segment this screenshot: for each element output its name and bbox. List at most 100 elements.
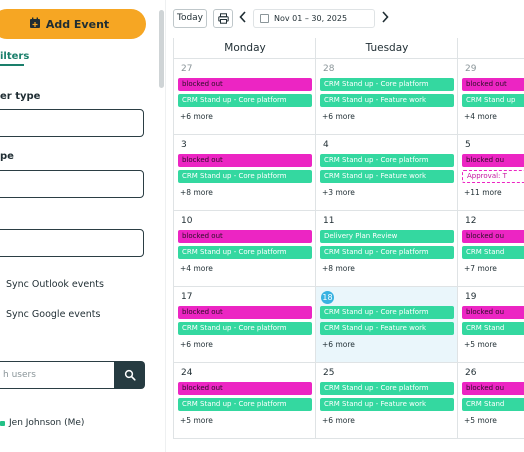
calendar-event[interactable]: CRM Stand up - Core platform [178,94,312,107]
calendar-event[interactable]: blocked out [178,154,312,167]
calendar-week: 17 blocked out CRM Stand up - Core platfor… [173,287,524,363]
more-events-link[interactable]: +4 more [180,264,213,273]
calendar-week: 27 blocked out CRM Stand up - Core platfor… [173,59,524,135]
calendar-day-cell[interactable]: 19 blocked ou CRM Stand +5 more [457,287,524,362]
user-type-label: er type [0,91,41,102]
more-events-link[interactable]: +6 more [322,112,355,121]
calendar-event[interactable]: CRM Stand up - Feature work [320,322,454,335]
more-events-link[interactable]: +5 more [464,340,497,349]
filters-tab[interactable]: ilters [0,51,29,62]
chevron-right-icon[interactable] [381,10,389,26]
filters-tab-underline [0,64,24,66]
sidebar-scrollbar[interactable] [159,10,164,88]
add-event-button[interactable]: Add Event [0,9,146,39]
more-events-link[interactable]: +5 more [464,416,497,425]
calendar-day-cell[interactable]: 5 blocked ou Approval: T +11 more [457,135,524,210]
day-number: 5 [465,140,471,150]
calendar-day-cell[interactable]: 27 blocked out CRM Stand up - Core platfor… [173,59,315,134]
today-button[interactable]: Today [173,8,207,28]
calendar-event[interactable]: CRM Stand up - Core platform [320,246,454,259]
more-events-link[interactable]: +8 more [322,264,355,273]
calendar-event[interactable]: CRM Stand [462,398,524,411]
more-events-link[interactable]: +6 more [322,340,355,349]
more-events-link[interactable]: +6 more [180,112,213,121]
more-events-link[interactable]: +3 more [322,188,355,197]
sidebar-divider [165,0,166,452]
user-search-input[interactable]: h users [0,361,114,389]
day-number: 4 [323,140,329,150]
more-events-link[interactable]: +6 more [322,416,355,425]
calendar-day-cell[interactable]: 17 blocked out CRM Stand up - Core platfor… [173,287,315,362]
calendar-event[interactable]: blocked ou [462,306,524,319]
calendar-event[interactable]: blocked ou [462,382,524,395]
day-header: Monday [173,38,316,58]
more-events-link[interactable]: +8 more [180,188,213,197]
calendar-event[interactable]: CRM Stand up - Feature work [320,170,454,183]
search-button[interactable] [114,361,145,389]
day-number: 11 [323,216,335,226]
calendar-event[interactable]: CRM Stand up - Feature work [320,398,454,411]
filter-select[interactable] [0,229,144,257]
calendar-week: 10 blocked out CRM Stand up - Core platfor… [173,211,524,287]
calendar-day-cell[interactable]: 26 blocked ou CRM Stand +5 more [457,363,524,438]
day-number: 12 [465,216,477,226]
chevron-left-icon[interactable] [239,10,247,26]
more-events-link[interactable]: +7 more [464,264,497,273]
user-type-select[interactable] [0,109,144,137]
calendar-event[interactable]: CRM Stand up - Core platform [320,306,454,319]
date-range-picker[interactable]: Nov 01 – 30, 2025 [253,8,375,28]
calendar-event[interactable]: blocked ou [462,154,524,167]
calendar-day-cell[interactable]: 3 blocked out CRM Stand up - Core platform… [173,135,315,210]
calendar-event[interactable]: CRM Stand [462,246,524,259]
calendar-event[interactable]: blocked out [462,78,524,91]
day-number: 19 [465,292,477,302]
sync-outlook-toggle[interactable]: Sync Outlook events [6,279,104,290]
more-events-link[interactable]: +6 more [180,340,213,349]
calendar-day-cell[interactable]: 29 blocked out CRM Stand up +4 more [457,59,524,134]
calendar-event[interactable]: blocked out [178,306,312,319]
sync-google-toggle[interactable]: Sync Google events [6,309,100,320]
month-calendar: Monday Tuesday W 27 blocked out CRM Stand … [173,38,524,452]
calendar-event[interactable]: blocked out [178,382,312,395]
calendar-plus-icon [29,17,41,32]
calendar-event[interactable]: CRM Stand up - Core platform [178,170,312,183]
calendar-event[interactable]: CRM Stand up - Core platform [320,154,454,167]
calendar-event[interactable]: Delivery Plan Review [320,230,454,243]
calendar-day-cell[interactable]: 11 Delivery Plan Review CRM Stand up - Cor… [315,211,457,286]
printer-icon [217,9,229,28]
day-number: 26 [465,368,477,378]
calendar-event[interactable]: CRM Stand up - Core platform [178,246,312,259]
add-event-label: Add Event [45,17,110,31]
more-events-link[interactable]: +4 more [464,112,497,121]
calendar-day-cell[interactable]: 24 blocked out CRM Stand up - Core platfor… [173,363,315,438]
day-number: 24 [181,368,193,378]
calendar-event[interactable]: CRM Stand up - Core platform [178,398,312,411]
user-list-item[interactable]: Jen Johnson (Me) [0,418,84,428]
calendar-day-cell[interactable]: 25 CRM Stand up - Core platform CRM Stand … [315,363,457,438]
calendar-event[interactable]: blocked ou [462,230,524,243]
calendar-event[interactable]: blocked out [178,230,312,243]
calendar-day-cell[interactable]: 10 blocked out CRM Stand up - Core platfor… [173,211,315,286]
calendar-event[interactable]: CRM Stand up [462,94,524,107]
day-number: 17 [181,292,193,302]
calendar-event[interactable]: CRM Stand up - Core platform [320,382,454,395]
more-events-link[interactable]: +11 more [464,188,502,197]
day-number: 25 [323,368,335,378]
calendar-day-cell[interactable]: 18 CRM Stand up - Core platform CRM Stand … [315,287,457,362]
calendar-day-cell[interactable]: 28 CRM Stand up - Core platform CRM Stand … [315,59,457,134]
more-events-link[interactable]: +5 more [180,416,213,425]
calendar-event[interactable]: Approval: T [462,170,524,183]
day-number: 27 [181,64,193,74]
calendar-event[interactable]: blocked out [178,78,312,91]
calendar-event[interactable]: CRM Stand up - Core platform [320,78,454,91]
print-button[interactable] [213,8,233,28]
calendar-event[interactable]: CRM Stand [462,322,524,335]
day-number: 10 [181,216,193,226]
calendar-day-cell[interactable]: 12 blocked ou CRM Stand +7 more [457,211,524,286]
day-header: Tuesday [315,38,458,58]
calendar-event[interactable]: CRM Stand up - Core platform [178,322,312,335]
calendar-event[interactable]: CRM Stand up - Feature work [320,94,454,107]
type-select[interactable] [0,170,144,198]
calendar-day-cell[interactable]: 4 CRM Stand up - Core platform CRM Stand u… [315,135,457,210]
calendar-week: 3 blocked out CRM Stand up - Core platform… [173,135,524,211]
